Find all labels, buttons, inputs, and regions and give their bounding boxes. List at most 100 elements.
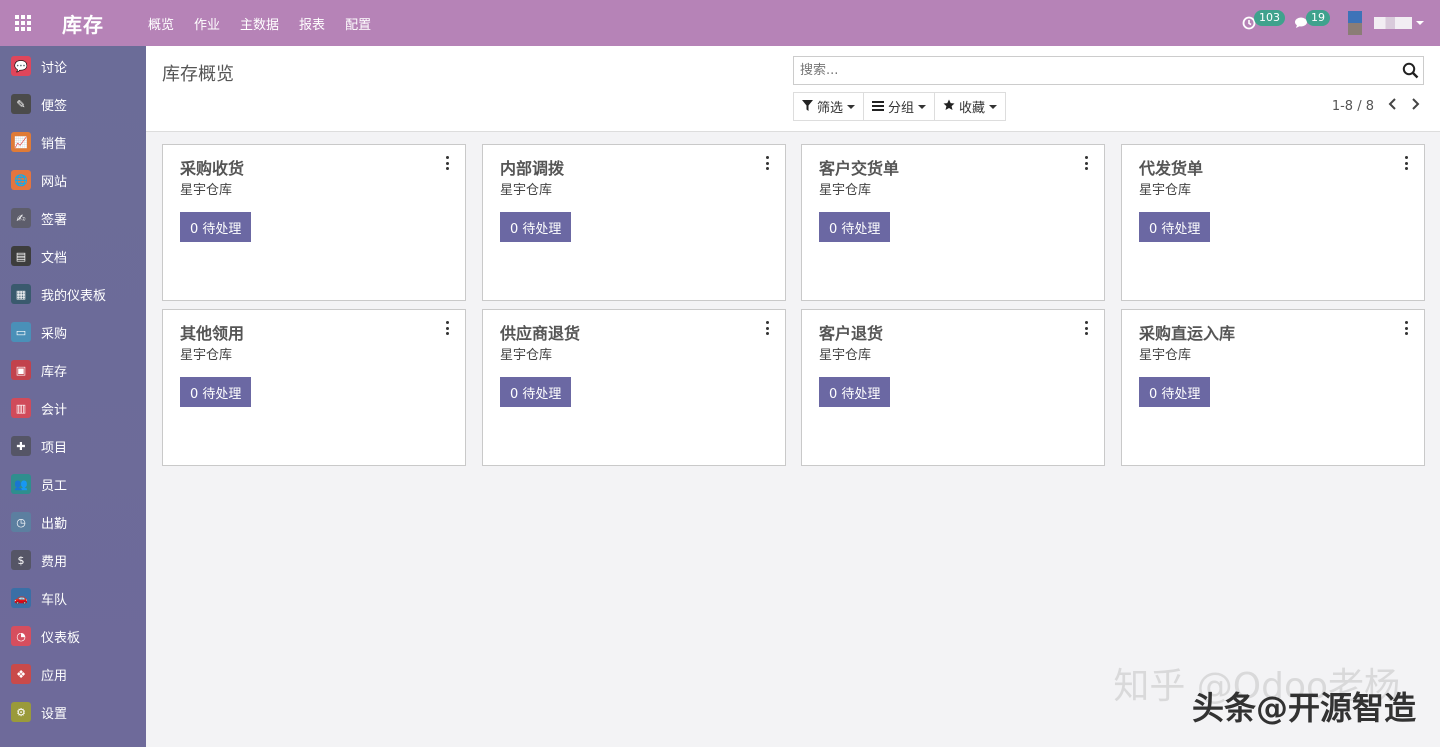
sidebar-item[interactable]: ❖ 应用 [0,655,146,693]
user-menu[interactable] [1348,11,1424,35]
activity-menu[interactable]: 103 [1238,0,1290,46]
pager-previous-icon[interactable] [1388,98,1397,114]
card-options-icon[interactable] [444,156,450,170]
operation-type-card[interactable]: 客户交货单 星宇仓库 0 待处理 [801,144,1105,301]
sidebar-item[interactable]: 👥 员工 [0,465,146,503]
card-title[interactable]: 内部调拨 [500,155,564,179]
sidebar-item[interactable]: ◔ 仪表板 [0,617,146,655]
menu-reports[interactable]: 报表 [299,14,325,33]
operation-type-card[interactable]: 采购直运入库 星宇仓库 0 待处理 [1121,309,1425,466]
to-process-button[interactable]: 0 待处理 [500,212,572,242]
pager-value[interactable]: 1-8 / 8 [1332,99,1374,114]
card-title[interactable]: 客户交货单 [819,155,899,179]
to-process-button[interactable]: 0 待处理 [1139,377,1211,407]
card-title[interactable]: 代发货单 [1139,155,1203,179]
card-title[interactable]: 其他领用 [180,320,244,344]
gauge-icon: ◔ [11,626,31,646]
sidebar-item-label: 文档 [41,250,68,266]
card-options-icon[interactable] [444,321,450,335]
card-options-icon[interactable] [764,156,770,170]
chevron-down-icon [847,104,856,109]
employees-icon: 👥 [11,474,31,494]
sidebar-item-label: 签署 [41,212,68,228]
sidebar-item[interactable]: 🚗 车队 [0,579,146,617]
sidebar-item-label: 采购 [41,326,68,342]
to-process-button[interactable]: 0 待处理 [180,212,252,242]
to-process-button[interactable]: 0 待处理 [180,377,252,407]
card-options-icon[interactable] [764,321,770,335]
to-process-button[interactable]: 0 待处理 [819,212,891,242]
systray: 103 19 [1238,0,1440,46]
to-process-button[interactable]: 0 待处理 [819,377,891,407]
menu-operations[interactable]: 作业 [194,14,220,33]
sidebar-item[interactable]: 📈 销售 [0,123,146,161]
pager: 1-8 / 8 [1332,98,1420,114]
menu-configuration[interactable]: 配置 [345,14,371,33]
card-title[interactable]: 采购直运入库 [1139,320,1235,344]
chevron-down-icon [1416,21,1424,25]
operation-type-card[interactable]: 内部调拨 星宇仓库 0 待处理 [482,144,786,301]
menu-overview[interactable]: 概览 [148,14,174,33]
group-by-button[interactable]: 分组 [863,92,936,121]
card-options-icon[interactable] [1403,156,1409,170]
app-sidebar: 💬 讨论 ✎ 便签 📈 销售 🌐 网站 ✍ 签署 ▤ 文档 ▦ 我的仪表板 ▭ 采购 ▣ 库存 ▥ 会计 ✚ 项目 👥 员工 ◷… [0,46,146,747]
card-options-icon[interactable] [1083,156,1089,170]
filter-label: 筛选 [817,101,844,116]
sidebar-item-label: 会计 [41,402,68,418]
sidebar-item[interactable]: ✍ 签署 [0,199,146,237]
user-name-blurred [1374,17,1412,29]
activity-badge: 103 [1254,10,1285,26]
sidebar-item[interactable]: ▥ 会计 [0,389,146,427]
search-icon[interactable] [1402,62,1419,83]
messaging-menu[interactable]: 19 [1290,0,1342,46]
puzzle-icon: ✚ [11,436,31,456]
operation-type-card[interactable]: 其他领用 星宇仓库 0 待处理 [162,309,466,466]
sidebar-item[interactable]: ▣ 库存 [0,351,146,389]
sidebar-item[interactable]: 🌐 网站 [0,161,146,199]
gear-icon: ⚙ [11,702,31,722]
sidebar-item[interactable]: 💬 讨论 [0,47,146,85]
filter-button[interactable]: 筛选 [793,92,865,121]
page-title: 库存概览 [162,64,234,85]
sidebar-item[interactable]: ✎ 便签 [0,85,146,123]
sidebar-item[interactable]: ⚙ 设置 [0,693,146,731]
sidebar-item-label: 员工 [41,478,68,494]
attendance-icon: ◷ [11,512,31,532]
sidebar-item-label: 设置 [41,706,68,722]
sidebar-item[interactable]: ▭ 采购 [0,313,146,351]
operation-type-card[interactable]: 客户退货星宇仓库 0 待处理 [801,309,1105,466]
operation-type-card[interactable]: 采购收货 星宇仓库 0 待处理 [162,144,466,301]
app-brand[interactable]: 库存 [62,9,104,38]
apps-menu-icon[interactable] [0,0,46,46]
sidebar-item[interactable]: ▦ 我的仪表板 [0,275,146,313]
search-input[interactable] [794,57,1384,84]
chevron-down-icon [918,104,927,109]
sidebar-item[interactable]: ▤ 文档 [0,237,146,275]
to-process-button[interactable]: 0 待处理 [500,377,572,407]
inventory-box-icon: ▣ [11,360,31,380]
pager-next-icon[interactable] [1411,98,1420,114]
to-process-button[interactable]: 0 待处理 [1139,212,1211,242]
globe-icon: 🌐 [11,170,31,190]
card-options-icon[interactable] [1083,321,1089,335]
avatar [1348,11,1362,35]
sidebar-item-label: 讨论 [41,60,68,76]
search-options: 筛选 分组 收藏 [793,92,1007,121]
document-icon: ▤ [11,246,31,266]
sidebar-item-label: 销售 [41,136,68,152]
operation-type-card[interactable]: 供应商退货 星宇仓库 0 待处理 [482,309,786,466]
card-title[interactable]: 客户退货 [819,320,883,344]
card-title[interactable]: 供应商退货 [500,320,580,344]
sign-icon: ✍ [11,208,31,228]
menu-master-data[interactable]: 主数据 [240,14,279,33]
card-warehouse: 星宇仓库 [819,348,872,363]
sidebar-item[interactable]: ◷ 出勤 [0,503,146,541]
card-options-icon[interactable] [1403,321,1409,335]
operation-type-card[interactable]: 代发货单 星宇仓库 0 待处理 [1121,144,1425,301]
filter-icon [802,99,813,114]
favorites-button[interactable]: 收藏 [934,92,1007,121]
sidebar-item[interactable]: ✚ 项目 [0,427,146,465]
chat-icon: 💬 [11,56,31,76]
card-title[interactable]: 采购收货 [180,155,244,179]
sidebar-item[interactable]: $ 费用 [0,541,146,579]
